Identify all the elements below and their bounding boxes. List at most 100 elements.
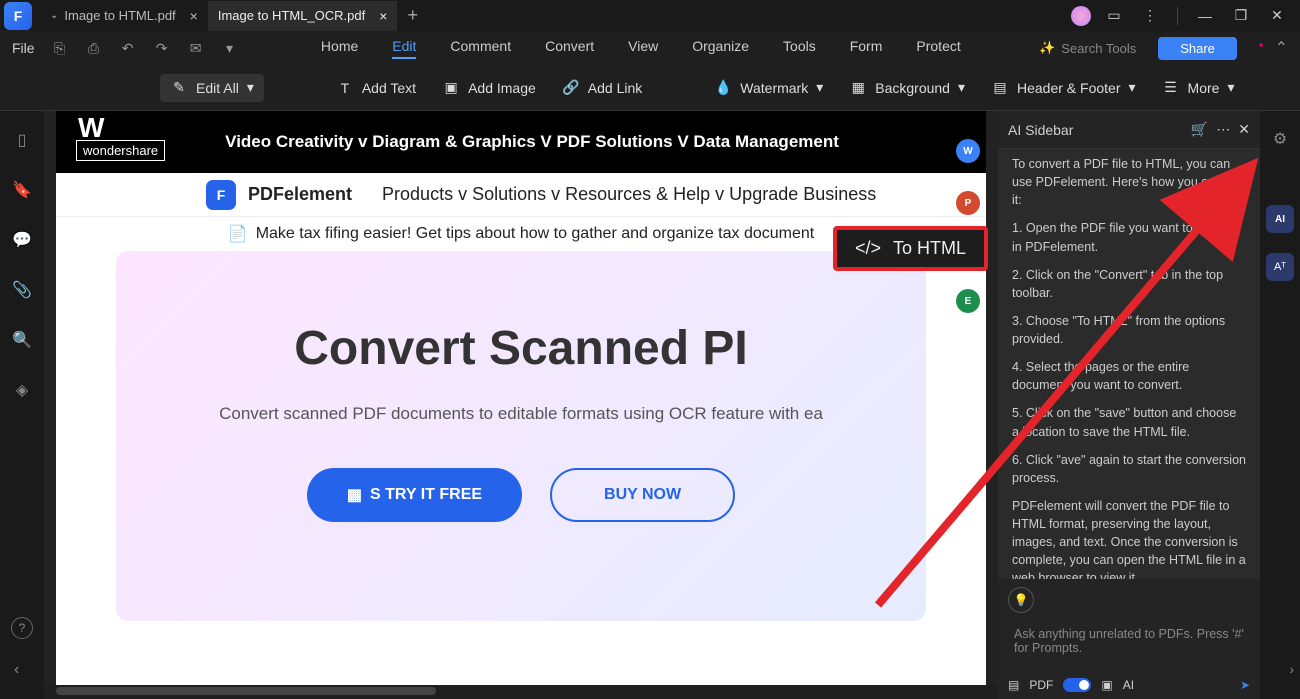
main-area: ▯ 🔖 💬 📎 🔍 ◈ ? ‹ W wondershare Video Crea… (0, 111, 1300, 699)
expand-icon[interactable]: › (1289, 661, 1294, 677)
more-quick-icon[interactable]: ▾ (217, 35, 243, 61)
image-icon: ▣ (442, 79, 460, 97)
chevron-down-icon: ▾ (1129, 79, 1136, 96)
buy-now-button[interactable]: BUY NOW (550, 468, 735, 522)
menu-tools[interactable]: Tools (783, 38, 816, 59)
nav-links: Products v Solutions v Resources & Help … (382, 184, 876, 205)
text-icon: T (336, 79, 354, 97)
layers-icon[interactable]: ◈ (11, 379, 33, 401)
close-icon[interactable]: × (379, 8, 387, 24)
cloud-icon[interactable]: ◔ (1255, 38, 1265, 58)
menu-organize[interactable]: Organize (692, 38, 749, 59)
avatar[interactable] (1071, 6, 1091, 26)
menu-view[interactable]: View (628, 38, 658, 59)
send-icon[interactable]: ➤ (1240, 678, 1250, 692)
doc-icon: 📄 (228, 224, 248, 244)
close-icon[interactable]: × (190, 8, 198, 24)
main-menu: Home Edit Comment Convert View Organize … (251, 38, 1032, 59)
maximize-icon[interactable]: ❐ (1228, 3, 1254, 29)
brand-initial: W (78, 115, 104, 140)
edit-all-button[interactable]: ✎Edit All▾ (160, 74, 264, 102)
to-html-label: To HTML (893, 238, 966, 259)
menu-convert[interactable]: Convert (545, 38, 594, 59)
sparkle-icon: ✨ (1039, 40, 1055, 56)
share-button[interactable]: Share (1158, 37, 1237, 60)
cart-icon[interactable]: 🛒 (1191, 121, 1208, 138)
help-icon[interactable]: ? (11, 617, 33, 639)
print-icon[interactable]: ⎙ (81, 35, 107, 61)
chevron-down-icon: ▾ (816, 79, 823, 96)
thumbnails-icon[interactable]: ▯ (11, 129, 33, 151)
pen-icon: ✎ (170, 79, 188, 97)
message-icon[interactable]: ▭ (1101, 3, 1127, 29)
watermark-button[interactable]: 💧Watermark▾ (714, 79, 823, 97)
pdf-page: W wondershare Video Creativity v Diagram… (56, 111, 986, 699)
word-badge-icon[interactable]: W (956, 139, 980, 163)
app-icon: F (4, 2, 32, 30)
menu-comment[interactable]: Comment (450, 38, 511, 59)
ai-input[interactable]: Ask anything unrelated to PDFs. Press '#… (1006, 621, 1252, 667)
header-footer-button[interactable]: ▤Header & Footer▾ (991, 79, 1136, 97)
kebab-icon[interactable]: ⋮ (1137, 3, 1163, 29)
ai-sidebar-title: AI Sidebar (1008, 122, 1073, 138)
ai-sidebar-header: AI Sidebar 🛒 ⋯ ✕ (998, 111, 1260, 149)
bookmarks-icon[interactable]: 🔖 (11, 179, 33, 201)
add-image-button[interactable]: ▣Add Image (442, 79, 536, 97)
translate-icon[interactable]: Aᵀ (1266, 253, 1294, 281)
ai-sidebar: AI Sidebar 🛒 ⋯ ✕ To convert a PDF file t… (998, 111, 1260, 699)
minimize-icon[interactable]: — (1192, 3, 1218, 29)
try-free-button[interactable]: ▦S TRY IT FREE (307, 468, 522, 522)
tab-active[interactable]: Image to HTML_OCR.pdf × (208, 1, 398, 31)
page-header-black: W wondershare Video Creativity v Diagram… (56, 111, 986, 173)
pdf-chip-label: PDF (1029, 678, 1053, 692)
menu-form[interactable]: Form (850, 38, 883, 59)
chevron-down-icon: ▾ (958, 79, 965, 96)
bulb-icon[interactable]: 💡 (1008, 587, 1034, 613)
search-tools[interactable]: ✨ Search Tools (1039, 40, 1136, 56)
pdfelement-icon: F (206, 180, 236, 210)
more-button[interactable]: ☰More▾ (1162, 79, 1235, 97)
right-rail: ⚙ AI Aᵀ (1260, 111, 1300, 699)
undo-icon[interactable]: ↶ (115, 35, 141, 61)
mail-icon[interactable]: ✉ (183, 35, 209, 61)
more-dots-icon[interactable]: ⋯ (1216, 121, 1230, 138)
menu-protect[interactable]: Protect (916, 38, 960, 59)
excel-badge-icon[interactable]: E (956, 289, 980, 313)
horizontal-scrollbar[interactable] (44, 685, 998, 699)
collapse-icon[interactable]: ⌃ (1275, 38, 1288, 58)
add-link-button[interactable]: 🔗Add Link (562, 79, 642, 97)
tabs-row: F ⌄ Image to HTML.pdf × Image to HTML_OC… (0, 0, 1300, 31)
ai-chip-label: AI (1123, 678, 1134, 692)
close-window-icon[interactable]: ✕ (1264, 3, 1290, 29)
ppt-badge-icon[interactable]: P (956, 191, 980, 215)
new-tab-button[interactable]: + (397, 5, 428, 26)
menu-home[interactable]: Home (321, 38, 358, 59)
document-viewport[interactable]: W wondershare Video Creativity v Diagram… (44, 111, 998, 699)
background-button[interactable]: ▦Background▾ (849, 79, 965, 97)
to-html-callout[interactable]: </> To HTML (833, 226, 988, 271)
comments-icon[interactable]: 💬 (11, 229, 33, 251)
divider (1177, 7, 1178, 25)
pdf-chip-icon: ▤ (1008, 678, 1019, 692)
tab-inactive[interactable]: ⌄ Image to HTML.pdf × (40, 1, 208, 31)
sliders-icon[interactable]: ⚙ (1273, 129, 1287, 149)
chevron-down-icon: ⌄ (50, 10, 58, 21)
save-icon[interactable]: ⎘ (47, 35, 73, 61)
close-sidebar-icon[interactable]: ✕ (1238, 121, 1250, 138)
file-menu[interactable]: File (12, 40, 35, 56)
window-controls: ▭ ⋮ — ❐ ✕ (1071, 3, 1300, 29)
edit-toolbar: ✎Edit All▾ TAdd Text ▣Add Image 🔗Add Lin… (0, 65, 1300, 111)
pdf-toggle[interactable] (1063, 678, 1091, 692)
attachments-icon[interactable]: 📎 (11, 279, 33, 301)
menu-edit[interactable]: Edit (392, 38, 416, 59)
ai-panel-icon[interactable]: AI (1266, 205, 1294, 233)
back-icon[interactable]: ‹ (14, 661, 19, 679)
ai-chip-icon: ▣ (1101, 678, 1112, 692)
search-icon[interactable]: 🔍 (11, 329, 33, 351)
menu-row: File ⎘ ⎙ ↶ ↷ ✉ ▾ Home Edit Comment Conve… (0, 31, 1300, 65)
redo-icon[interactable]: ↷ (149, 35, 175, 61)
add-text-button[interactable]: TAdd Text (336, 79, 416, 97)
water-icon: 💧 (714, 79, 732, 97)
chevron-down-icon: ▾ (247, 79, 254, 96)
bg-icon: ▦ (849, 79, 867, 97)
